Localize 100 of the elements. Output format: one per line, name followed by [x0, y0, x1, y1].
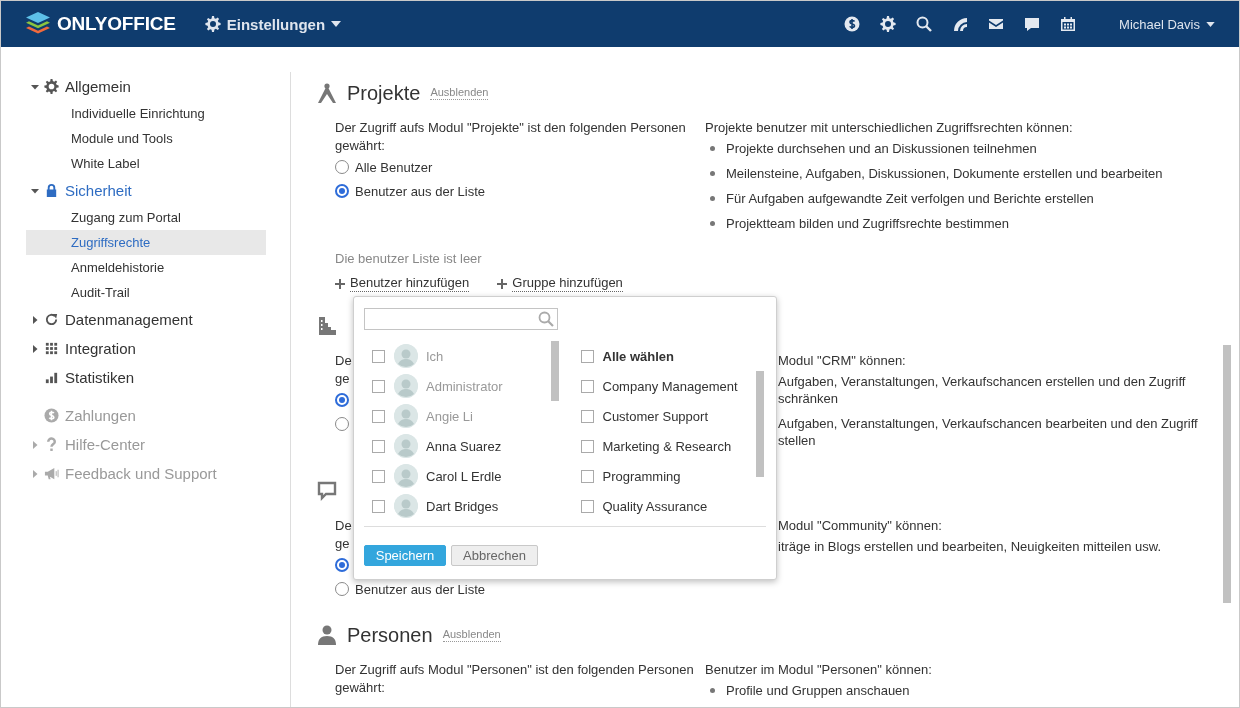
plus-icon: [497, 278, 508, 289]
user-menu[interactable]: Michael Davis: [1119, 16, 1215, 32]
sidebar-item[interactable]: Audit-Trail: [26, 280, 266, 305]
checkbox[interactable]: [580, 439, 594, 453]
sidebar-item[interactable]: Anmeldehistorie: [26, 255, 266, 280]
search-icon[interactable]: [916, 16, 933, 32]
rights-item: Für Aufgaben aufgewandte Zeit verfolgen und Berichte erstellen: [726, 190, 1094, 207]
calendar-icon[interactable]: [1060, 16, 1077, 32]
caret-icon: [31, 186, 39, 195]
caret-icon: [31, 344, 39, 353]
settings-icon[interactable]: [880, 16, 897, 32]
radio-button[interactable]: [335, 184, 349, 198]
rights-item: iträge in Blogs erstellen und bearbeiten, Neuigkeiten mitteilen usw.: [778, 538, 1161, 555]
caret-icon: [31, 315, 39, 324]
settings-menu[interactable]: Einstellungen: [204, 15, 342, 33]
bullet-icon: [710, 171, 715, 176]
access-description: Der Zugriff aufs Modul "Personen" ist den folgenden Personen gewährt:: [335, 661, 695, 697]
sidebar-item[interactable]: Statistiken: [26, 363, 266, 392]
group-name[interactable]: Company Management: [602, 378, 738, 394]
rights-intro: Modul "Community" können:: [778, 517, 943, 535]
plus-icon: [335, 278, 345, 289]
rights-item: Aufgaben, Veranstaltungen, Verkaufschancen bearbeiten und den Zugriff stellen: [778, 415, 1198, 449]
mail-icon[interactable]: [988, 16, 1005, 32]
compass-icon: [317, 82, 337, 104]
sidebar-item[interactable]: Module und Tools: [26, 126, 266, 151]
cancel-button[interactable]: Abbrechen: [451, 545, 538, 566]
group-name[interactable]: Customer Support: [602, 408, 708, 424]
select-all-label[interactable]: Alle wählen: [602, 348, 675, 364]
empty-list-note: Die benutzer Liste ist leer: [334, 250, 483, 268]
person-icon: [317, 624, 337, 646]
checkbox[interactable]: [580, 499, 594, 513]
rights-item: Projektteam bilden und Zugriffsrechte bestimmen: [726, 215, 1009, 232]
search-icon: [538, 311, 554, 327]
access-description: Der Zugriff aufs Modul "Projekte" ist den folgenden Personen gewährt:: [335, 119, 687, 155]
sidebar-item[interactable]: Individuelle Einrichtung: [26, 101, 266, 126]
radio-label: Alle Benutzer: [355, 159, 433, 175]
rights-intro: Projekte benutzer mit unterschiedlichen Zugriffsrechten können:: [705, 119, 1074, 137]
sidebar-item[interactable]: Allgemein: [26, 72, 266, 101]
user-name[interactable]: Carol L Erdle: [426, 468, 502, 484]
scrollbar[interactable]: [550, 341, 559, 401]
sidebar-item[interactable]: Integration: [26, 334, 266, 363]
sidebar-item[interactable]: White Label: [26, 151, 266, 176]
refresh-icon: [44, 312, 59, 327]
caret-icon: [31, 469, 39, 478]
feed-icon[interactable]: [952, 16, 969, 32]
add-link[interactable]: Benutzer hinzufügen: [335, 275, 470, 292]
rights-intro: Modul "CRM" können:: [778, 352, 907, 370]
caret-icon: [1206, 21, 1215, 27]
rights-item: Aufgaben, Veranstaltungen, Verkaufschancen erstellen und den Zugriff schränken: [778, 373, 1186, 407]
radio-button[interactable]: [335, 558, 349, 572]
sidebar-item[interactable]: Datenmanagement: [26, 305, 266, 334]
hide-link[interactable]: Ausblenden: [442, 628, 501, 642]
checkbox[interactable]: [580, 349, 594, 363]
gear-icon: [44, 79, 59, 94]
access-description: De ge: [335, 517, 352, 553]
user-name[interactable]: Anna Suarez: [426, 438, 502, 454]
checkbox[interactable]: [372, 469, 385, 483]
megaphone-icon: [44, 466, 59, 481]
checkbox[interactable]: [580, 409, 594, 423]
payments-icon[interactable]: [844, 16, 861, 32]
dollar-icon: [44, 408, 59, 423]
scrollbar[interactable]: [756, 371, 764, 477]
caret-icon: [31, 440, 39, 449]
user-name[interactable]: Dart Bridges: [426, 498, 499, 514]
caret-icon: [31, 82, 39, 91]
radio-button[interactable]: [335, 393, 349, 407]
rights-item: Profile und Gruppen anschauen: [726, 682, 910, 699]
add-link[interactable]: Gruppe hinzufügen: [497, 275, 623, 292]
section-title: Projekte: [347, 81, 421, 105]
checkbox[interactable]: [372, 499, 385, 513]
sidebar-item[interactable]: Sicherheit: [26, 176, 266, 205]
search-field[interactable]: [364, 308, 558, 330]
scrollbar[interactable]: [1223, 345, 1231, 603]
group-name[interactable]: Marketing & Research: [602, 438, 732, 454]
chat-icon[interactable]: [1024, 16, 1041, 32]
radio-label: Benutzer aus der Liste: [355, 183, 486, 199]
rights-item: Meilensteine, Aufgaben, Diskussionen, Dokumente erstellen und bearbeiten: [726, 165, 1163, 182]
group-name[interactable]: Quality Assurance: [602, 498, 708, 514]
sidebar-item[interactable]: Zugang zum Portal: [26, 205, 266, 230]
group-name[interactable]: Programming: [602, 468, 681, 484]
checkbox[interactable]: [580, 469, 594, 483]
speech-bubble-icon: [317, 480, 337, 502]
radio-label: Benutzer aus der Liste: [355, 581, 486, 597]
bullet-icon: [710, 196, 715, 201]
question-mark-icon: [44, 437, 59, 452]
rights-intro: Benutzer im Modul "Personen" können:: [705, 661, 933, 679]
bullet-icon: [710, 688, 715, 693]
rights-item: Projekte durchsehen und an Diskussionen teilnehmen: [726, 140, 1037, 157]
gear-icon: [204, 16, 221, 32]
bullet-icon: [710, 221, 715, 226]
section-title: Personen: [347, 623, 433, 647]
sidebar-item[interactable]: Zugriffsrechte: [26, 230, 266, 255]
logo-text: ONLYOFFICE: [57, 13, 176, 35]
building-icon: [317, 315, 337, 337]
checkbox[interactable]: [580, 379, 594, 393]
hide-link[interactable]: Ausblenden: [430, 86, 489, 100]
grid-icon: [44, 341, 59, 356]
checkbox[interactable]: [372, 439, 385, 453]
access-description: De ge: [335, 352, 352, 388]
bullet-icon: [710, 146, 715, 151]
